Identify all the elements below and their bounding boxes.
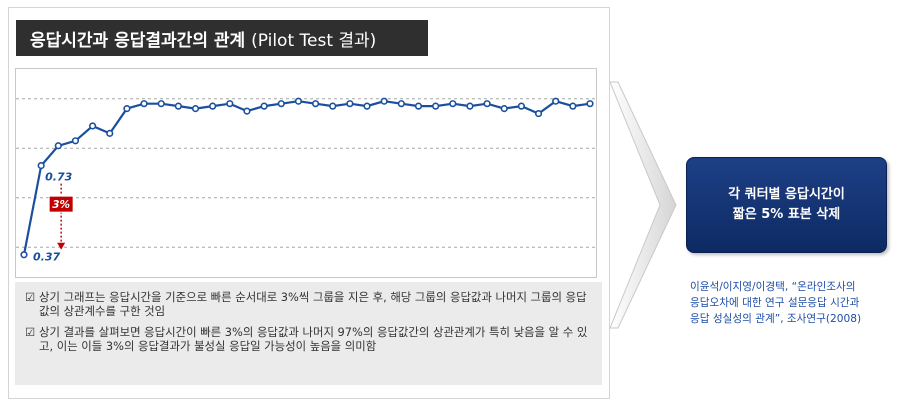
note-text-2: 상기 결과를 살펴보면 응답시간이 빠른 3%의 응답값과 나머지 97%의 응… bbox=[39, 325, 588, 353]
data-point bbox=[483, 100, 491, 108]
chart-title-sub: (Pilot Test 결과) bbox=[251, 31, 377, 51]
notes-panel: ☑ 상기 그래프는 응답시간을 기준으로 빠른 순서대로 3%씩 그룹을 지은 … bbox=[15, 282, 602, 385]
data-point bbox=[397, 100, 405, 108]
data-point bbox=[329, 102, 337, 110]
data-point bbox=[466, 102, 474, 110]
data-point bbox=[449, 100, 457, 108]
data-point bbox=[140, 100, 148, 108]
data-point bbox=[123, 105, 131, 113]
data-point bbox=[37, 161, 45, 170]
data-point bbox=[209, 102, 217, 110]
data-point bbox=[260, 102, 268, 110]
data-point bbox=[174, 102, 182, 110]
data-point bbox=[226, 100, 234, 108]
checkbox-icon: ☑ bbox=[25, 290, 36, 304]
note-text-1: 상기 그래프는 응답시간을 기준으로 빠른 순서대로 3%씩 그룹을 지은 후,… bbox=[39, 290, 587, 318]
note-item-1: ☑ 상기 그래프는 응답시간을 기준으로 빠른 순서대로 3%씩 그룹을 지은 … bbox=[25, 290, 592, 318]
note-item-2: ☑ 상기 결과를 살펴보면 응답시간이 빠른 3%의 응답값과 나머지 97%의… bbox=[25, 325, 592, 353]
data-point bbox=[363, 102, 371, 110]
citation-line-1: 이윤석/이지영/이경택, “온라인조사의 bbox=[690, 281, 856, 293]
annotation-label: 3% bbox=[52, 199, 70, 211]
data-point bbox=[20, 251, 28, 259]
data-label: 0.73 bbox=[45, 171, 72, 184]
result-line-2: 짧은 5% 표본 삭제 bbox=[732, 207, 841, 222]
chart-title-main: 응답시간과 응답결과간의 관계 bbox=[30, 31, 246, 51]
data-point bbox=[191, 105, 200, 113]
data-point bbox=[500, 105, 508, 113]
data-point bbox=[380, 97, 388, 105]
checkbox-icon: ☑ bbox=[25, 325, 36, 339]
data-point bbox=[432, 102, 440, 110]
data-point bbox=[517, 102, 525, 110]
data-point bbox=[294, 97, 303, 105]
data-point bbox=[311, 100, 320, 108]
data-point bbox=[552, 97, 560, 105]
data-point bbox=[346, 100, 354, 108]
data-label: 0.37 bbox=[33, 251, 60, 264]
result-box: 각 쿼터별 응답시간이 짧은 5% 표본 삭제 bbox=[686, 157, 887, 253]
data-point bbox=[534, 109, 543, 118]
data-point bbox=[569, 102, 577, 110]
result-line-1: 각 쿼터별 응답시간이 bbox=[728, 187, 845, 202]
data-point bbox=[243, 107, 251, 115]
chevron-arrow-icon bbox=[609, 81, 677, 329]
data-point bbox=[586, 100, 594, 108]
data-point bbox=[106, 129, 114, 137]
chart-title-bar: 응답시간과 응답결과간의 관계 (Pilot Test 결과) bbox=[16, 20, 428, 56]
citation-line-2: 응답오차에 대한 연구 설문응답 시간과 bbox=[690, 297, 860, 309]
citation-line-3: 응답 성실성의 관계”, 조사연구(2008) bbox=[690, 313, 862, 325]
data-point bbox=[54, 142, 62, 150]
data-point bbox=[277, 100, 285, 108]
citation: 이윤석/이지영/이경택, “온라인조사의 응답오차에 대한 연구 설문응답 시간… bbox=[690, 279, 905, 327]
data-point bbox=[414, 102, 423, 110]
plot-area: 0.73 0.37 3% bbox=[15, 68, 597, 278]
series-line bbox=[22, 99, 591, 255]
annotation-arrowhead bbox=[57, 242, 66, 250]
data-point bbox=[71, 137, 80, 145]
data-point bbox=[157, 100, 165, 108]
correlation-line-chart: 0.73 0.37 3% bbox=[16, 97, 596, 264]
data-point bbox=[89, 122, 97, 130]
